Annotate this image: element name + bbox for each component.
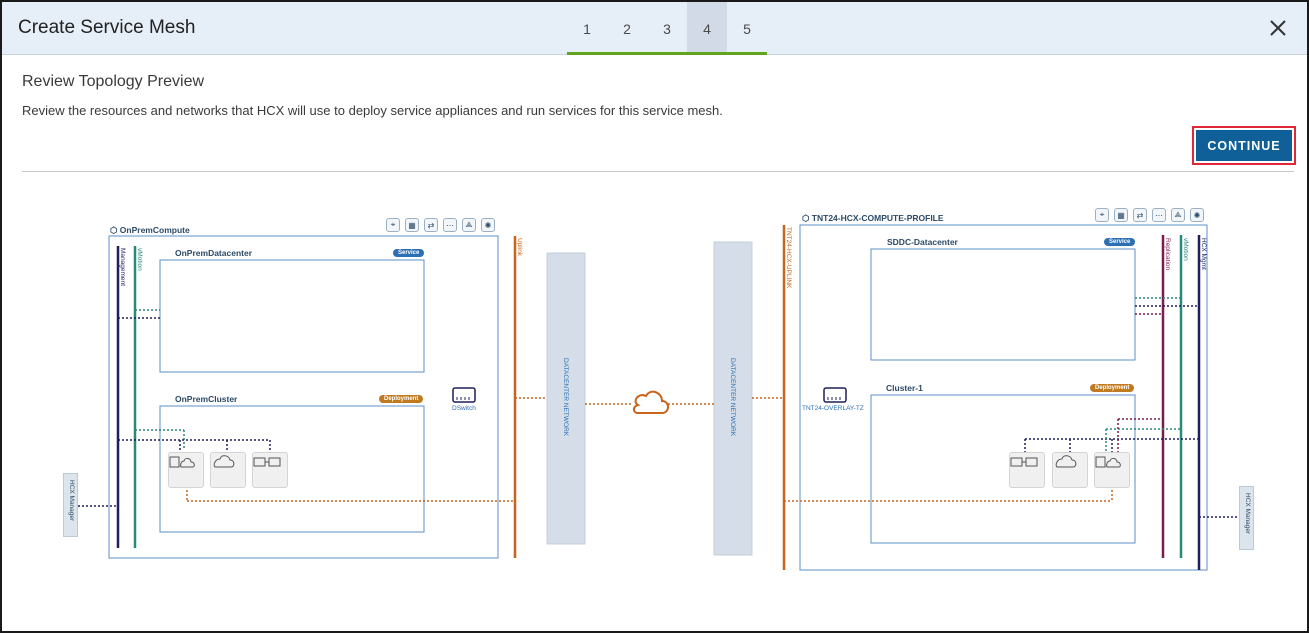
- dialog: Create Service Mesh 1 2 3 4 5 Review Top…: [0, 0, 1309, 633]
- step-3[interactable]: 3: [647, 2, 687, 55]
- network-extension-icon[interactable]: [252, 452, 288, 488]
- right-compute-profile-label: ⬡ TNT24-HCX-COMPUTE-PROFILE: [802, 213, 944, 223]
- service-icon: ⋯: [443, 218, 457, 232]
- management-network-label: Management: [119, 248, 126, 286]
- appliance-icon[interactable]: [1094, 452, 1130, 488]
- left-datacenter-label: OnPremDatacenter: [175, 248, 253, 258]
- step-4[interactable]: 4: [687, 2, 727, 55]
- service-icon: ✺: [481, 218, 495, 232]
- right-datacenter-label: SDDC-Datacenter: [887, 237, 958, 247]
- step-5[interactable]: 5: [727, 2, 767, 55]
- deployment-badge: Deployment: [1090, 384, 1135, 392]
- service-icon: ⌖: [1095, 208, 1109, 222]
- left-cluster-label: OnPremCluster: [175, 394, 238, 404]
- left-hcx-manager-label: HCX Manager: [68, 480, 75, 522]
- cloud-icon: [632, 390, 669, 414]
- cloud-appliance-icon[interactable]: [210, 452, 246, 488]
- right-switch-label: TNT24-OVERLAY-TZ: [802, 405, 864, 412]
- close-icon[interactable]: [1267, 17, 1289, 39]
- right-uplink-network-label: TNT24-HCX-UPLINK: [785, 227, 792, 289]
- dialog-header: Create Service Mesh 1 2 3 4 5: [2, 2, 1307, 55]
- uplink-network-label: Uplink: [516, 238, 523, 257]
- step-2[interactable]: 2: [607, 2, 647, 55]
- service-icon: ⟁: [462, 218, 476, 232]
- continue-button[interactable]: CONTINUE: [1196, 130, 1292, 161]
- service-badge: Service: [393, 249, 425, 257]
- service-icon: ✺: [1190, 208, 1204, 222]
- section-description: Review the resources and networks that H…: [22, 103, 723, 118]
- vmotion-network-label: vMotion: [136, 248, 143, 271]
- replication-network-label: Replication: [1164, 238, 1171, 271]
- right-hcx-manager-label: HCX Manager: [1244, 493, 1251, 535]
- continue-highlight: CONTINUE: [1192, 126, 1296, 165]
- stepper: 1 2 3 4 5: [567, 2, 767, 55]
- right-vmotion-network-label: vMotion: [1182, 238, 1189, 261]
- left-compute-profile-label: ⬡ OnPremCompute: [110, 225, 190, 235]
- service-icon: ⋯: [1152, 208, 1166, 222]
- cloud-appliance-icon[interactable]: [1052, 452, 1088, 488]
- left-switch-label: DSwitch: [452, 405, 476, 412]
- stepper-progress: [567, 52, 767, 55]
- service-icon: ⟁: [1171, 208, 1185, 222]
- service-badge: Service: [1104, 238, 1136, 246]
- service-icon: ▦: [1114, 208, 1128, 222]
- step-1[interactable]: 1: [567, 2, 607, 55]
- hcx-mgmt-network-label: HCX Mgmt: [1200, 238, 1207, 270]
- service-icon: ▦: [405, 218, 419, 232]
- section-title: Review Topology Preview: [22, 73, 205, 90]
- network-extension-icon[interactable]: [1009, 452, 1045, 488]
- right-datacenter-network-label: DATACENTER NETWORK: [729, 358, 736, 437]
- dialog-title: Create Service Mesh: [18, 17, 196, 38]
- service-icon: ⇄: [424, 218, 438, 232]
- service-icon: ⇄: [1133, 208, 1147, 222]
- topology-diagram: ⬡ OnPremCompute ⌖ ▦ ⇄ ⋯ ⟁ ✺ OnPremDatace…: [2, 172, 1307, 631]
- appliance-icon[interactable]: [168, 452, 204, 488]
- service-icon: ⌖: [386, 218, 400, 232]
- left-datacenter-network-label: DATACENTER NETWORK: [562, 358, 569, 437]
- deployment-badge: Deployment: [379, 395, 424, 403]
- right-cluster-label: Cluster-1: [886, 383, 923, 393]
